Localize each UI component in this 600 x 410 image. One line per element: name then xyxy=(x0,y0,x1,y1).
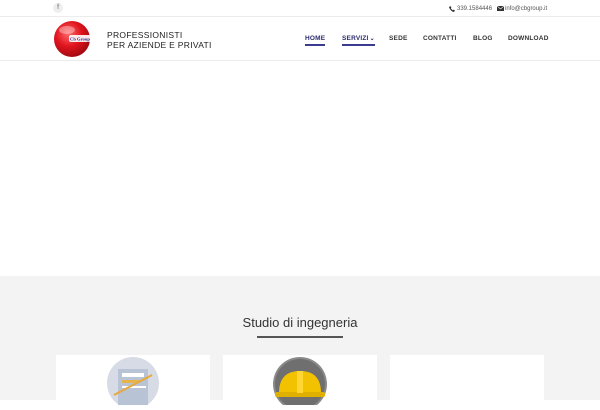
nav-blog[interactable]: BLOG xyxy=(473,34,493,44)
facebook-icon[interactable]: f xyxy=(53,3,63,13)
service-card-3[interactable] xyxy=(390,355,544,405)
hero-area xyxy=(0,61,600,276)
chevron-down-icon: ⌄ xyxy=(369,36,375,42)
tagline-line-1: PROFESSIONISTI xyxy=(107,30,183,40)
mail-icon xyxy=(497,6,504,11)
section-title: Studio di ingegneria xyxy=(242,315,358,330)
phone-number: 339.1584446 xyxy=(457,6,493,12)
nav-sede-label: SEDE xyxy=(389,35,408,42)
nav-download-label: DOWNLOAD xyxy=(508,35,549,42)
services-section: Studio di ingegneria xyxy=(0,276,600,410)
nav-servizi[interactable]: SERVIZI⌄ xyxy=(342,34,375,46)
phone-icon xyxy=(449,6,455,12)
nav-blog-label: BLOG xyxy=(473,35,493,42)
service-card-1[interactable] xyxy=(56,355,210,409)
email-address: info@cbgroup.it xyxy=(505,6,548,12)
tagline-line-2: PER AZIENDE E PRIVATI xyxy=(107,40,212,50)
nav-sede[interactable]: SEDE xyxy=(389,34,408,44)
cb-group-logo[interactable]: Cb Group xyxy=(53,20,91,58)
nav-home-label: HOME xyxy=(305,35,326,42)
hard-hat-image xyxy=(273,357,327,410)
nav-contatti-label: CONTATTI xyxy=(423,35,457,42)
service-card-2[interactable] xyxy=(223,355,377,410)
phone-contact[interactable]: 339.1584446 xyxy=(449,4,494,14)
nav-servizi-underline xyxy=(342,44,375,46)
site-tagline: PROFESSIONISTI PER AZIENDE E PRIVATI xyxy=(107,30,212,50)
logo-text: Cb Group xyxy=(70,37,90,42)
nav-home-underline xyxy=(305,44,326,46)
nav-contatti[interactable]: CONTATTI xyxy=(423,34,457,44)
email-contact[interactable]: info@cbgroup.it xyxy=(497,4,552,14)
section-divider xyxy=(257,336,343,338)
nav-download[interactable]: DOWNLOAD xyxy=(508,34,549,44)
site-header: Cb Group PROFESSIONISTI PER AZIENDE E PR… xyxy=(0,17,600,61)
top-bar: f 339.1584446 info@cbgroup.it xyxy=(0,0,600,17)
blueprint-image xyxy=(107,357,159,409)
nav-home[interactable]: HOME xyxy=(305,34,326,46)
nav-servizi-label: SERVIZI xyxy=(342,35,369,42)
